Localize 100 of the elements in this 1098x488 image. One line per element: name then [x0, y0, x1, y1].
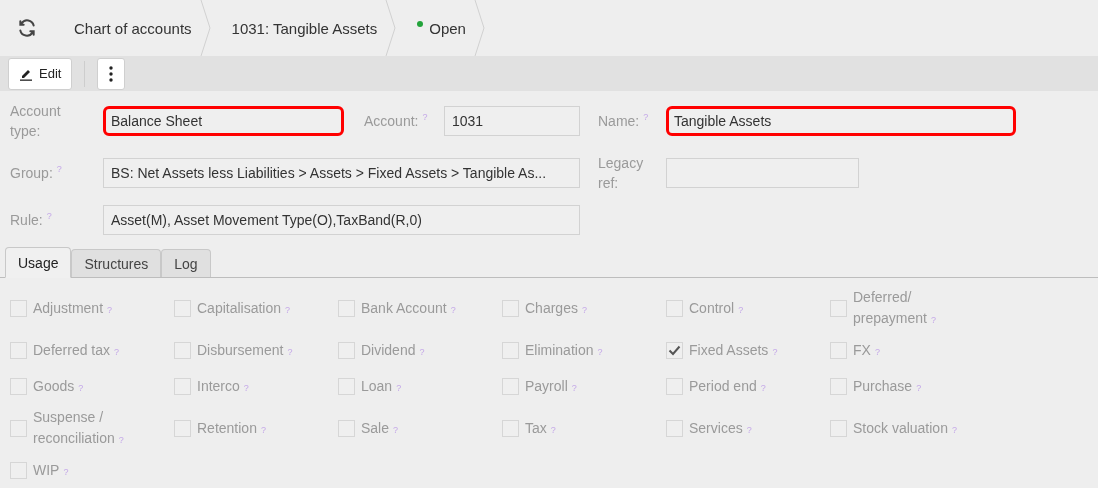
checkbox[interactable]: [10, 461, 27, 479]
refresh-icon[interactable]: [17, 18, 37, 38]
checkbox-label: Disbursement: [197, 341, 284, 358]
text-field[interactable]: Asset(M), Asset Movement Type(O),TaxBand(R,0): [103, 205, 580, 235]
checkbox[interactable]: [666, 419, 683, 437]
checkbox-label: Adjustment: [33, 299, 104, 316]
checkbox[interactable]: [830, 419, 847, 437]
help-mark[interactable]: ?: [396, 382, 402, 393]
help-mark[interactable]: ?: [393, 424, 399, 435]
help-mark[interactable]: ?: [260, 424, 266, 435]
checkbox-label: Sale: [361, 419, 390, 436]
text-field[interactable]: 1031: [444, 106, 580, 136]
help-mark[interactable]: ?: [760, 382, 766, 393]
checkbox[interactable]: [174, 419, 191, 437]
checkbox-label: Tax: [525, 419, 547, 436]
help-mark[interactable]: ?: [46, 210, 52, 222]
checkbox-label: Elimination: [525, 341, 594, 358]
help-mark[interactable]: ?: [772, 346, 778, 357]
checkbox[interactable]: [666, 377, 683, 395]
field-label: Account type:: [10, 102, 62, 141]
help-mark[interactable]: ?: [597, 346, 603, 357]
tab[interactable]: Usage: [5, 247, 72, 278]
help-mark[interactable]: ?: [581, 304, 587, 315]
checkbox-label: Interco: [197, 377, 240, 394]
checkbox[interactable]: [502, 377, 519, 395]
help-mark[interactable]: ?: [874, 346, 880, 357]
text-field[interactable]: BS: Net Assets less Liabilities > Assets > Fixed Assets > Tangible As...: [103, 158, 580, 188]
checkbox-label: Stock valuation: [853, 419, 948, 436]
checkbox-label: Dividend: [361, 341, 416, 358]
checkbox-label: Bank Account: [361, 299, 447, 316]
checkbox-label: Period end: [689, 377, 757, 394]
checkbox-label: Payroll: [525, 377, 568, 394]
help-mark[interactable]: ?: [930, 315, 936, 325]
checkbox[interactable]: [10, 299, 27, 317]
help-mark[interactable]: ?: [243, 382, 249, 393]
checkbox-label: Deferred/ prepayment: [853, 289, 927, 326]
more-button[interactable]: [97, 57, 126, 90]
checkbox[interactable]: [174, 377, 191, 395]
tab[interactable]: Log: [161, 249, 211, 277]
checkbox[interactable]: [502, 299, 519, 317]
text-field[interactable]: Balance Sheet: [103, 106, 344, 136]
status-label: Open: [429, 19, 466, 37]
checkbox[interactable]: [338, 299, 355, 317]
checkbox[interactable]: [10, 341, 27, 359]
checkbox-label: Retention: [197, 419, 257, 436]
checkbox-label: Fixed Assets: [689, 341, 769, 358]
help-mark[interactable]: ?: [114, 346, 120, 357]
text-field[interactable]: Tangible Assets: [666, 106, 1016, 136]
help-mark[interactable]: ?: [450, 304, 456, 315]
help-mark[interactable]: ?: [56, 163, 62, 175]
checkbox[interactable]: [174, 341, 191, 359]
help-mark[interactable]: ?: [287, 346, 293, 357]
tab[interactable]: Structures: [71, 249, 162, 277]
checkbox[interactable]: [10, 377, 27, 395]
breadcrumb-link[interactable]: 1031: Tangible Assets: [231, 19, 378, 37]
checkbox-label: Control: [689, 299, 735, 316]
text-field[interactable]: [666, 158, 859, 188]
help-mark[interactable]: ?: [746, 424, 752, 435]
chevron-divider: [473, 0, 486, 56]
checkbox[interactable]: [338, 419, 355, 437]
checkbox[interactable]: [666, 341, 683, 359]
checkbox[interactable]: [338, 341, 355, 359]
field-label: Legacy ref:: [598, 154, 645, 193]
field-label: Account:: [364, 112, 419, 131]
help-mark[interactable]: ?: [571, 382, 577, 393]
help-mark[interactable]: ?: [916, 382, 922, 393]
chevron-divider: [385, 0, 398, 56]
checkbox-label: FX: [853, 341, 871, 358]
checkbox[interactable]: [830, 377, 847, 395]
help-mark[interactable]: ?: [643, 111, 649, 123]
checkbox[interactable]: [174, 299, 191, 317]
help-mark[interactable]: ?: [550, 424, 556, 435]
help-mark[interactable]: ?: [63, 466, 69, 477]
checkbox[interactable]: [338, 377, 355, 395]
checkbox-label: Deferred tax: [33, 341, 111, 358]
breadcrumb-link[interactable]: Chart of accounts: [74, 19, 192, 37]
field-label: Name:: [598, 112, 640, 131]
checkbox[interactable]: [830, 341, 847, 359]
checkbox[interactable]: [10, 419, 27, 437]
kebab-icon: [109, 65, 114, 82]
edit-button[interactable]: Edit: [8, 57, 73, 90]
checkbox-label: Loan: [361, 377, 393, 394]
help-mark[interactable]: ?: [285, 304, 291, 315]
checkbox-label: Purchase: [853, 377, 913, 394]
checkbox[interactable]: [830, 299, 847, 317]
help-mark[interactable]: ?: [422, 111, 428, 123]
checkbox-label: WIP: [33, 461, 60, 478]
checkbox[interactable]: [502, 341, 519, 359]
checkbox-label: Capitalisation: [197, 299, 282, 316]
checkbox[interactable]: [666, 299, 683, 317]
help-mark[interactable]: ?: [107, 304, 113, 315]
help-mark[interactable]: ?: [419, 346, 425, 357]
help-mark[interactable]: ?: [118, 435, 124, 445]
help-mark[interactable]: ?: [78, 382, 84, 393]
checkbox-label: Charges: [525, 299, 578, 316]
checkbox[interactable]: [502, 419, 519, 437]
help-mark[interactable]: ?: [738, 304, 744, 315]
chevron-divider: [199, 0, 212, 56]
field-label: Group:: [10, 164, 53, 183]
help-mark[interactable]: ?: [951, 424, 957, 435]
